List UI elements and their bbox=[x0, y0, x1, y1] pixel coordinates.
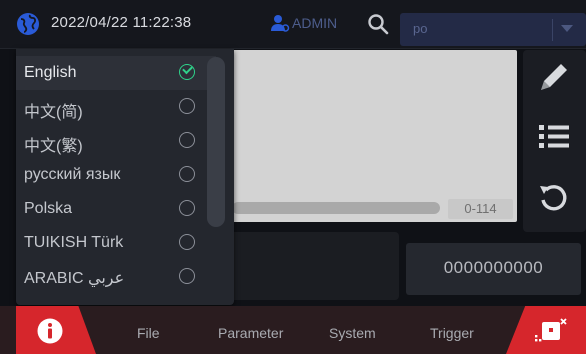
language-option-english[interactable]: English bbox=[16, 56, 216, 90]
nav-trigger[interactable]: Trigger bbox=[430, 325, 474, 341]
language-label: Polska bbox=[24, 200, 73, 217]
nav-system[interactable]: System bbox=[329, 325, 376, 341]
radio-icon[interactable] bbox=[179, 132, 195, 148]
language-option-russian[interactable]: русский язык bbox=[16, 158, 216, 192]
user-label: ADMIN bbox=[292, 15, 338, 31]
language-label: TUIKISH Türk bbox=[24, 234, 124, 251]
dropdown-arrow-icon[interactable] bbox=[561, 25, 573, 32]
reset-icon[interactable] bbox=[537, 180, 571, 214]
language-label: 中文(简) bbox=[24, 104, 83, 121]
language-option-chinese-traditional[interactable]: 中文(繁) bbox=[16, 124, 216, 158]
radio-icon[interactable] bbox=[179, 98, 195, 114]
language-option-polish[interactable]: Polska bbox=[16, 192, 216, 226]
language-label: 中文(繁) bbox=[24, 138, 83, 155]
radio-icon[interactable] bbox=[179, 268, 195, 284]
radio-icon[interactable] bbox=[179, 166, 195, 182]
right-toolbar bbox=[523, 50, 586, 232]
radio-icon[interactable] bbox=[179, 234, 195, 250]
nav-parameter[interactable]: Parameter bbox=[218, 325, 283, 341]
counter-value: 0000000000 bbox=[443, 258, 544, 277]
globe-icon[interactable] bbox=[16, 12, 40, 36]
range-indicator: 0-114 bbox=[448, 199, 513, 219]
status-panel bbox=[228, 232, 399, 300]
search-icon[interactable] bbox=[366, 12, 390, 36]
radio-checked-icon[interactable] bbox=[179, 63, 195, 80]
language-label: русский язык bbox=[24, 166, 121, 183]
list-icon[interactable] bbox=[537, 119, 571, 153]
preview-progress-track[interactable] bbox=[232, 202, 440, 214]
preview-panel[interactable] bbox=[228, 50, 517, 222]
datetime-display: 2022/04/22 11:22:38 bbox=[51, 14, 192, 31]
language-label: English bbox=[24, 64, 77, 81]
combo-divider bbox=[552, 19, 553, 41]
info-icon[interactable] bbox=[37, 318, 63, 344]
language-option-turkish[interactable]: TUIKISH Türk bbox=[16, 226, 216, 260]
edit-icon[interactable] bbox=[537, 60, 571, 94]
range-text: 0-114 bbox=[464, 201, 497, 216]
language-label: ARABIC عربي bbox=[24, 270, 125, 287]
alarm-icon[interactable] bbox=[530, 316, 570, 346]
language-menu: English 中文(简) 中文(繁) русский язык Polska … bbox=[16, 49, 234, 305]
counter-box[interactable]: 0000000000 bbox=[406, 243, 581, 295]
search-value: po bbox=[413, 21, 428, 36]
user-icon bbox=[271, 15, 290, 32]
language-option-chinese-simplified[interactable]: 中文(简) bbox=[16, 90, 216, 124]
search-combobox[interactable]: po bbox=[400, 13, 586, 46]
nav-file[interactable]: File bbox=[137, 325, 160, 341]
radio-icon[interactable] bbox=[179, 200, 195, 216]
language-option-arabic[interactable]: ARABIC عربي bbox=[16, 260, 216, 294]
language-scrollbar[interactable] bbox=[207, 57, 225, 227]
